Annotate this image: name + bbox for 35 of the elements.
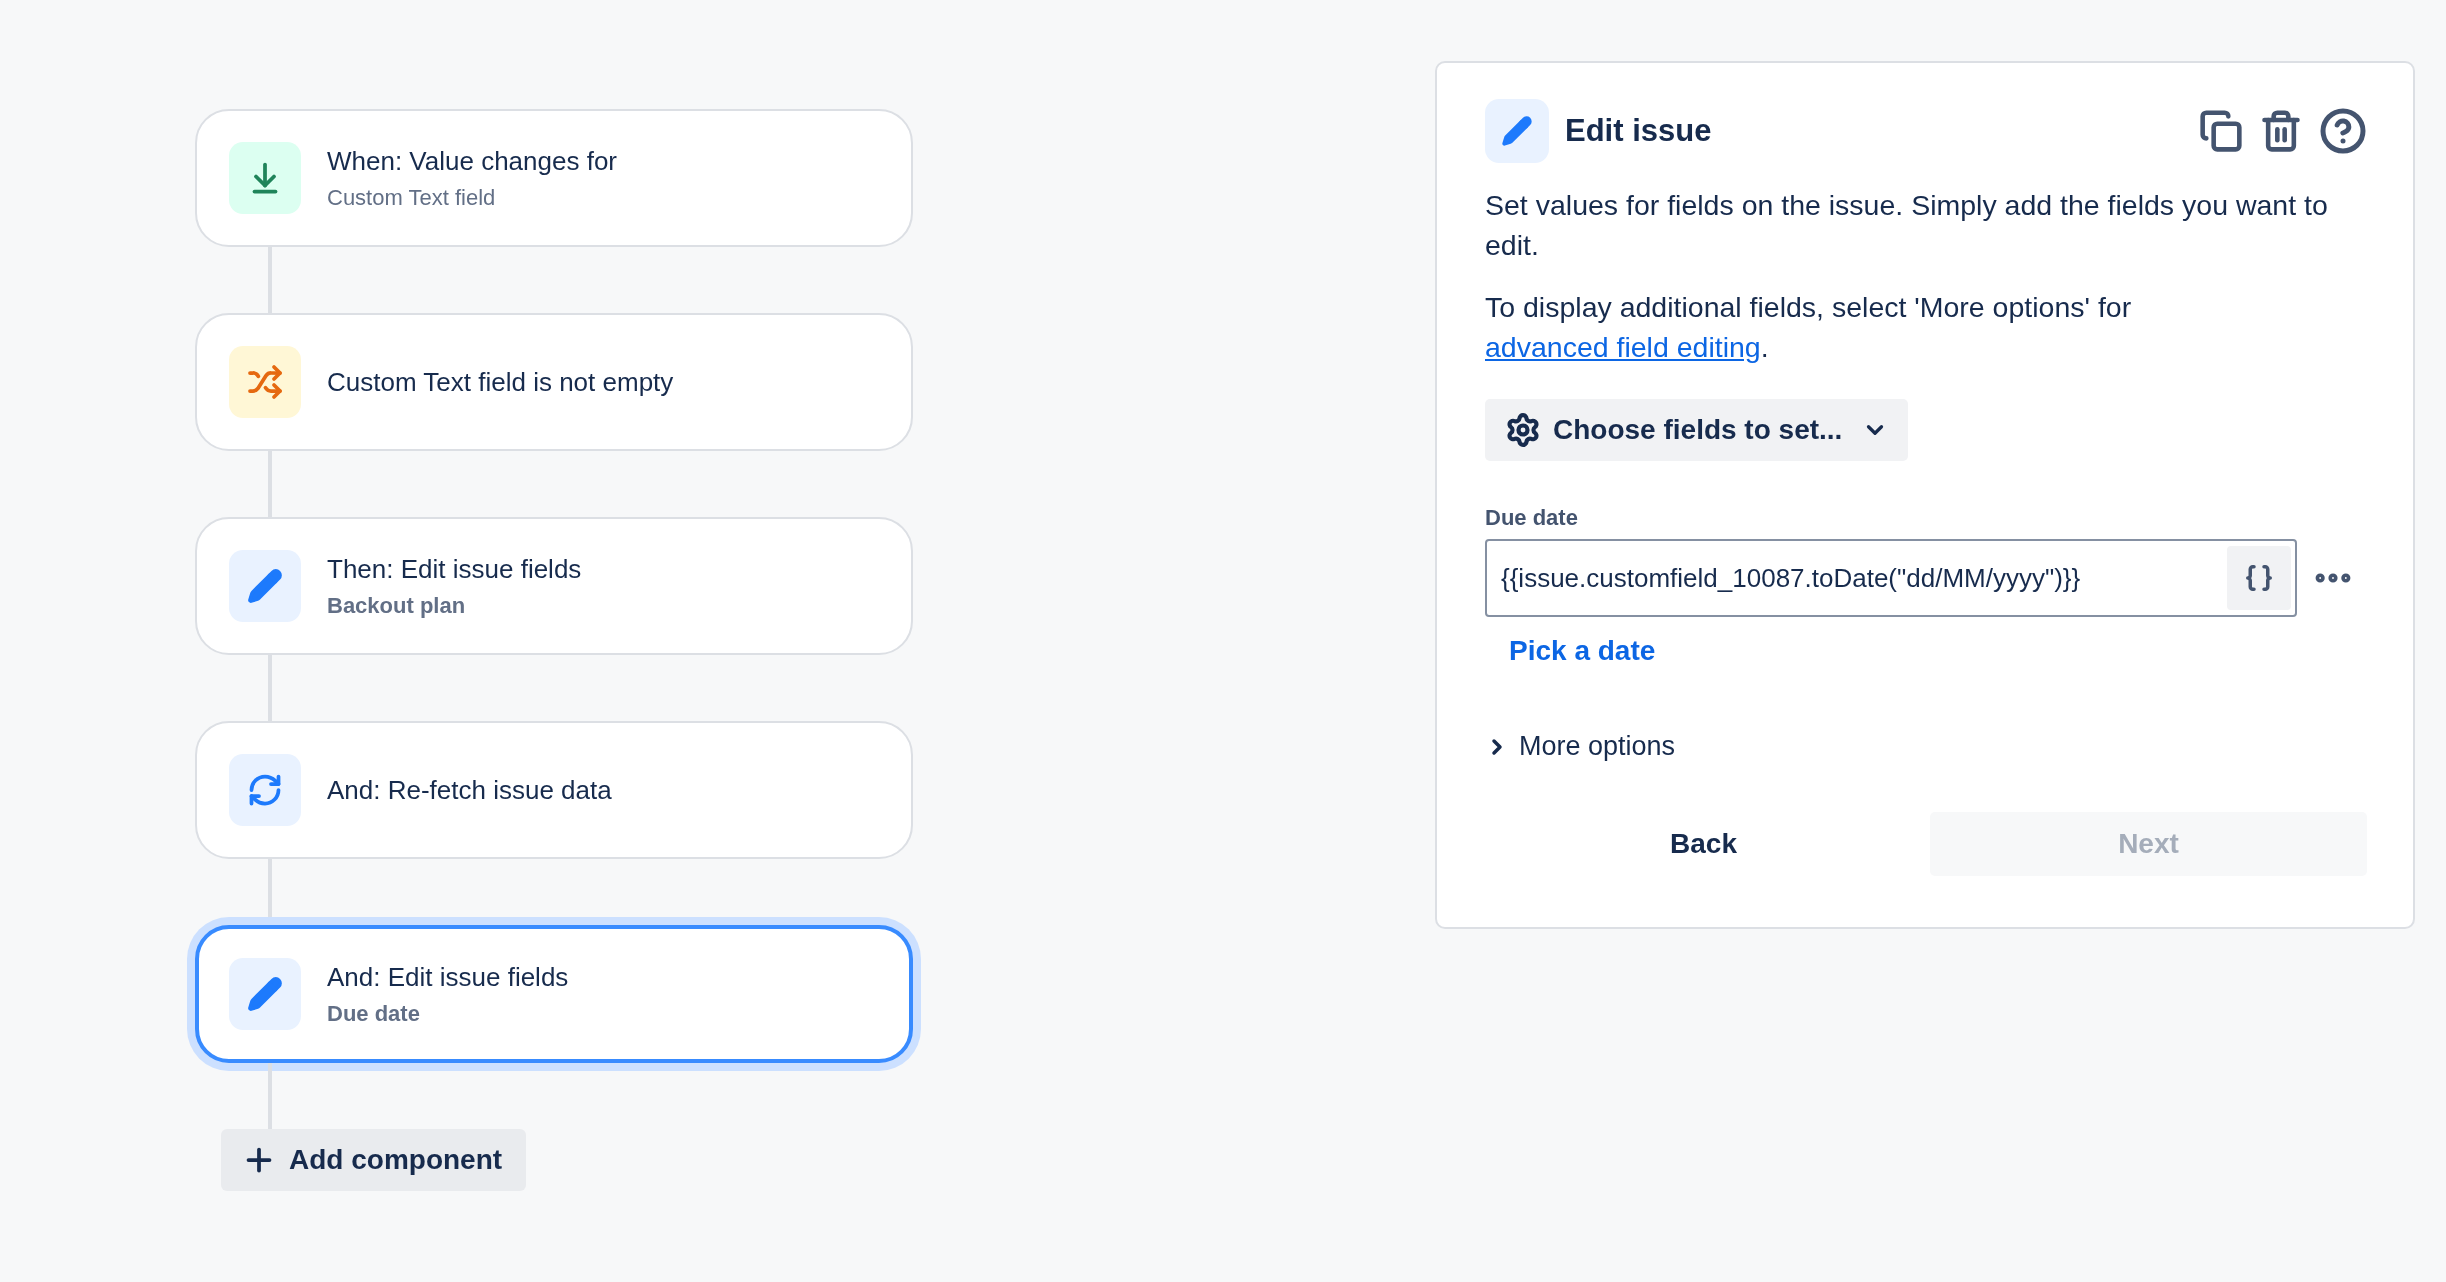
step-subtitle: Backout plan bbox=[327, 592, 467, 619]
shuffle-icon bbox=[247, 364, 283, 400]
settings-icon bbox=[1505, 412, 1541, 448]
braces-button[interactable] bbox=[2227, 546, 2291, 610]
rule-step-card[interactable]: And: Re-fetch issue data bbox=[195, 721, 913, 859]
field-label: Due date bbox=[1485, 505, 1579, 531]
trash-icon[interactable] bbox=[2259, 109, 2303, 153]
expression-input[interactable]: {{issue.customfield_10087.toDate("dd/MM/yyyy")}} bbox=[1499, 561, 2227, 595]
step-subtitle: Due date bbox=[327, 1000, 421, 1027]
add-component-button[interactable]: Add component bbox=[221, 1129, 527, 1191]
pick-date-link[interactable]: Pick a date bbox=[1509, 635, 1656, 667]
rule-step-card[interactable]: Then: Edit issue fields Backout plan bbox=[195, 517, 913, 655]
advanced-editing-link[interactable]: advanced field editing bbox=[1485, 331, 1761, 363]
more-options-toggle[interactable]: More options bbox=[1485, 731, 1676, 762]
step-subtitle: Custom Text field bbox=[327, 184, 497, 211]
pencil-icon bbox=[1501, 115, 1533, 147]
copy-icon[interactable] bbox=[2199, 109, 2243, 153]
due-date-field[interactable]: {{issue.customfield_10087.toDate("dd/MM/yyyy")}} bbox=[1485, 539, 2297, 617]
step-title: And: Re-fetch issue data bbox=[327, 774, 612, 806]
step-title: Then: Edit issue fields bbox=[327, 553, 582, 585]
help-text: To display additional fields, select 'More options' for advanced field editing. bbox=[1485, 290, 2133, 365]
pencil-icon bbox=[247, 568, 283, 604]
rule-step-card[interactable]: When: Value changes for Custom Text field bbox=[195, 109, 913, 247]
step-title: Custom Text field is not empty bbox=[327, 366, 674, 398]
description-text: Set values for fields on the issue. Simply add the fields you want to edit. bbox=[1485, 188, 2329, 263]
step-title: And: Edit issue fields bbox=[327, 961, 569, 993]
step-title: When: Value changes for bbox=[327, 145, 618, 177]
rule-step-card[interactable]: Custom Text field is not empty bbox=[195, 313, 913, 451]
help-icon[interactable] bbox=[2319, 107, 2367, 155]
panel-title: Edit issue bbox=[1565, 113, 1713, 149]
pencil-icon bbox=[247, 976, 283, 1012]
choose-fields-button[interactable]: Choose fields to set... bbox=[1485, 399, 1909, 461]
refresh-icon bbox=[247, 772, 283, 808]
braces-icon bbox=[2244, 563, 2274, 593]
footer-button[interactable]: Back bbox=[1485, 812, 1922, 876]
